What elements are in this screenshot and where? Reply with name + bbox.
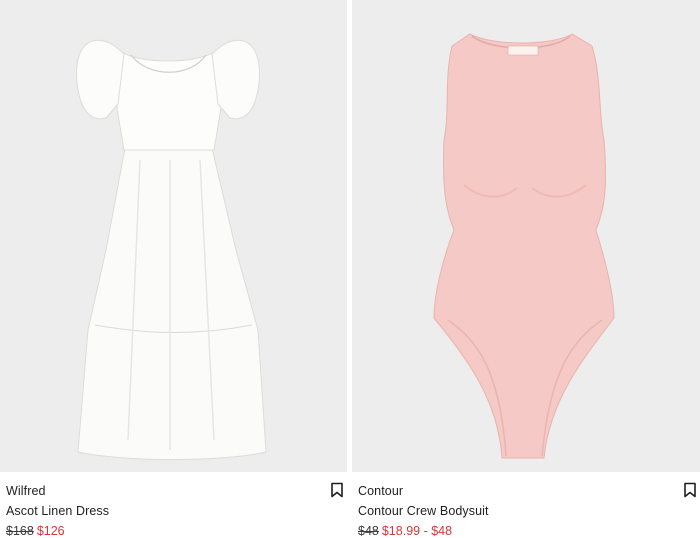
product-grid: Wilfred Ascot Linen Dress $168 $126 Cont… bbox=[0, 0, 700, 538]
product-price: $168 $126 bbox=[6, 524, 65, 538]
product-card[interactable]: Wilfred Ascot Linen Dress $168 $126 bbox=[0, 0, 347, 538]
product-name[interactable]: Contour Crew Bodysuit bbox=[358, 504, 489, 518]
product-image[interactable] bbox=[0, 0, 347, 472]
bookmark-icon[interactable] bbox=[683, 482, 697, 498]
sale-price: $18.99 - $48 bbox=[381, 524, 453, 538]
original-price: $48 bbox=[358, 524, 379, 538]
bodysuit-illustration bbox=[352, 0, 700, 472]
original-price: $168 bbox=[6, 524, 34, 538]
product-image[interactable] bbox=[352, 0, 700, 472]
dress-illustration bbox=[0, 0, 347, 472]
product-price: $48 $18.99 - $48 bbox=[358, 524, 452, 538]
bookmark-icon[interactable] bbox=[330, 482, 344, 498]
product-card[interactable]: Contour Contour Crew Bodysuit $48 $18.99 … bbox=[352, 0, 700, 538]
sale-price: $126 bbox=[36, 524, 65, 538]
product-brand[interactable]: Contour bbox=[358, 484, 403, 498]
product-brand[interactable]: Wilfred bbox=[6, 484, 46, 498]
product-name[interactable]: Ascot Linen Dress bbox=[6, 504, 109, 518]
